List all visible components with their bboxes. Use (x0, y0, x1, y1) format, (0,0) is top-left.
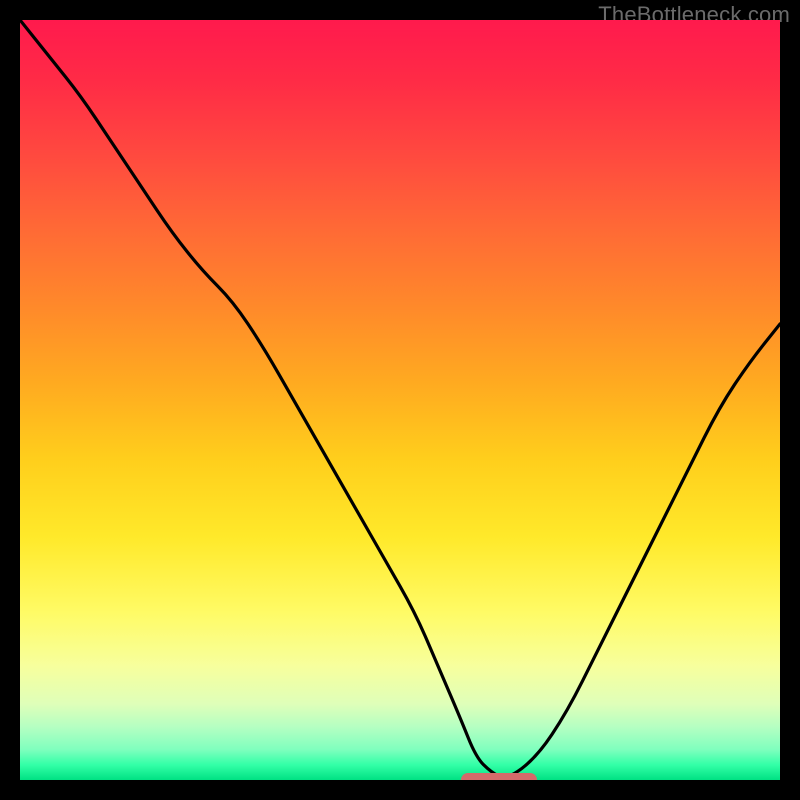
bottleneck-curve (20, 20, 780, 780)
chart-frame: TheBottleneck.com (0, 0, 800, 800)
optimal-range-marker (461, 773, 537, 780)
plot-area (20, 20, 780, 780)
